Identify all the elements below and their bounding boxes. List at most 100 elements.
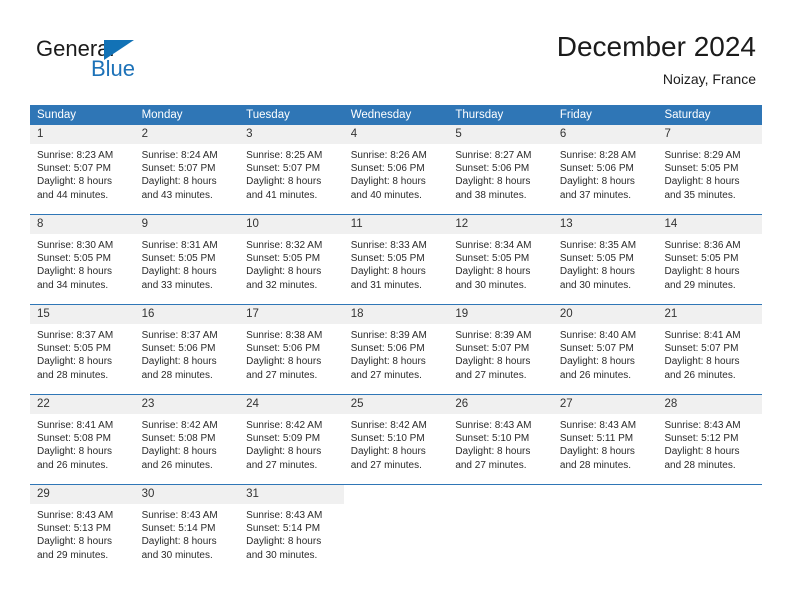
daylight-text-line2: and 30 minutes. [246, 549, 318, 561]
day-cell[interactable]: 26 Sunrise: 8:43 AM Sunset: 5:10 PM Dayl… [448, 395, 553, 483]
sunrise-text: Sunrise: 8:30 AM [37, 240, 114, 251]
daylight-text-line1: Daylight: 8 hours [350, 446, 426, 458]
sunrise-text: Sunrise: 8:40 AM [559, 330, 637, 341]
sunrise-text: Sunrise: 8:32 AM [246, 240, 323, 251]
daylight-text-line1: Daylight: 8 hours [350, 356, 426, 368]
weekday-header-row: Sunday Monday Tuesday Wednesday Thursday… [30, 105, 762, 125]
sunrise-text: Sunrise: 8:43 AM [246, 510, 323, 521]
day-cell[interactable]: 29 Sunrise: 8:43 AM Sunset: 5:13 PM Dayl… [30, 485, 135, 573]
sunset-text: Sunset: 5:05 PM [246, 253, 321, 265]
day-cell[interactable]: 9 Sunrise: 8:31 AM Sunset: 5:05 PM Dayli… [134, 215, 240, 303]
daylight-text-line1: Daylight: 8 hours [246, 536, 322, 548]
sunset-text: Sunset: 5:06 PM [559, 163, 634, 175]
daylight-text-line1: Daylight: 8 hours [246, 266, 322, 278]
day-cell[interactable]: 13 Sunrise: 8:35 AM Sunset: 5:05 PM Dayl… [552, 215, 658, 303]
sunset-text: Sunset: 5:14 PM [246, 523, 321, 535]
day-cell[interactable]: 11 Sunrise: 8:33 AM Sunset: 5:05 PM Dayl… [343, 215, 449, 303]
sunrise-text: Sunrise: 8:38 AM [246, 330, 323, 341]
day-cell[interactable]: 10 Sunrise: 8:32 AM Sunset: 5:05 PM Dayl… [239, 215, 344, 303]
sunrise-text: Sunrise: 8:33 AM [350, 240, 427, 251]
day-cell[interactable]: 22 Sunrise: 8:41 AM Sunset: 5:08 PM Dayl… [30, 395, 135, 483]
daylight-text-line2: and 27 minutes. [455, 369, 527, 381]
day-number: 16 [134, 305, 240, 324]
day-number: 28 [657, 395, 763, 414]
day-cell[interactable]: 7 Sunrise: 8:29 AM Sunset: 5:05 PM Dayli… [657, 125, 763, 213]
sunrise-text: Sunrise: 8:43 AM [559, 420, 637, 431]
day-cell[interactable]: 12 Sunrise: 8:34 AM Sunset: 5:05 PM Dayl… [448, 215, 553, 303]
weekday-header-monday: Monday [141, 109, 183, 121]
day-info: Sunrise: 8:27 AM Sunset: 5:06 PM Dayligh… [448, 144, 553, 202]
daylight-text-line2: and 27 minutes. [455, 459, 527, 471]
day-cell[interactable]: 21 Sunrise: 8:41 AM Sunset: 5:07 PM Dayl… [657, 305, 763, 393]
daylight-text-line2: and 37 minutes. [559, 189, 632, 201]
day-number: 19 [448, 305, 553, 324]
day-cell[interactable]: 1 Sunrise: 8:23 AM Sunset: 5:07 PM Dayli… [30, 125, 135, 213]
sunrise-text: Sunrise: 8:42 AM [246, 420, 323, 431]
daylight-text-line1: Daylight: 8 hours [141, 536, 217, 548]
day-cell[interactable]: 4 Sunrise: 8:26 AM Sunset: 5:06 PM Dayli… [343, 125, 449, 213]
sunset-text: Sunset: 5:13 PM [37, 523, 111, 535]
day-info: Sunrise: 8:43 AM Sunset: 5:14 PM Dayligh… [135, 504, 240, 562]
daylight-text-line1: Daylight: 8 hours [455, 356, 531, 368]
day-cell[interactable]: 14 Sunrise: 8:36 AM Sunset: 5:05 PM Dayl… [657, 215, 763, 303]
day-info: Sunrise: 8:43 AM Sunset: 5:10 PM Dayligh… [448, 414, 553, 472]
daylight-text-line1: Daylight: 8 hours [455, 446, 531, 458]
day-number: 27 [552, 395, 658, 414]
day-number: 26 [448, 395, 553, 414]
sunrise-text: Sunrise: 8:26 AM [350, 150, 427, 161]
day-number: 9 [134, 215, 240, 234]
day-cell[interactable]: 24 Sunrise: 8:42 AM Sunset: 5:09 PM Dayl… [239, 395, 344, 483]
day-cell[interactable]: 20 Sunrise: 8:40 AM Sunset: 5:07 PM Dayl… [552, 305, 658, 393]
day-info: Sunrise: 8:33 AM Sunset: 5:05 PM Dayligh… [344, 234, 449, 292]
daylight-text-line1: Daylight: 8 hours [246, 446, 322, 458]
sunrise-text: Sunrise: 8:37 AM [141, 330, 218, 341]
sunset-text: Sunset: 5:11 PM [559, 433, 634, 445]
general-blue-logo[interactable]: General Blue [36, 38, 236, 84]
day-cell[interactable]: 18 Sunrise: 8:39 AM Sunset: 5:06 PM Dayl… [343, 305, 449, 393]
day-cell[interactable]: 19 Sunrise: 8:39 AM Sunset: 5:07 PM Dayl… [448, 305, 553, 393]
sunset-text: Sunset: 5:10 PM [455, 433, 530, 445]
daylight-text-line1: Daylight: 8 hours [664, 266, 740, 278]
day-cell[interactable]: 8 Sunrise: 8:30 AM Sunset: 5:05 PM Dayli… [30, 215, 135, 303]
day-cell[interactable]: 31 Sunrise: 8:43 AM Sunset: 5:14 PM Dayl… [239, 485, 344, 573]
day-cell[interactable]: 25 Sunrise: 8:42 AM Sunset: 5:10 PM Dayl… [343, 395, 449, 483]
weekday-header-wednesday: Wednesday [350, 109, 412, 121]
day-cell[interactable]: 2 Sunrise: 8:24 AM Sunset: 5:07 PM Dayli… [134, 125, 240, 213]
daylight-text-line2: and 27 minutes. [246, 369, 318, 381]
day-cell[interactable]: 3 Sunrise: 8:25 AM Sunset: 5:07 PM Dayli… [239, 125, 344, 213]
sunrise-text: Sunrise: 8:24 AM [141, 150, 218, 161]
daylight-text-line2: and 41 minutes. [246, 189, 318, 201]
daylight-text-line1: Daylight: 8 hours [455, 266, 531, 278]
day-number [344, 485, 449, 504]
day-cell[interactable]: 23 Sunrise: 8:42 AM Sunset: 5:08 PM Dayl… [134, 395, 240, 483]
page-title: December 2024 [556, 31, 756, 62]
daylight-text-line1: Daylight: 8 hours [141, 266, 217, 278]
daylight-text-line1: Daylight: 8 hours [246, 176, 322, 188]
day-cell-empty [657, 485, 762, 573]
day-cell[interactable]: 27 Sunrise: 8:43 AM Sunset: 5:11 PM Dayl… [552, 395, 658, 483]
day-cell[interactable]: 16 Sunrise: 8:37 AM Sunset: 5:06 PM Dayl… [134, 305, 240, 393]
daylight-text-line2: and 27 minutes. [246, 459, 318, 471]
day-cell[interactable]: 6 Sunrise: 8:28 AM Sunset: 5:06 PM Dayli… [552, 125, 658, 213]
sunrise-text: Sunrise: 8:31 AM [141, 240, 218, 251]
daylight-text-line2: and 30 minutes. [455, 279, 527, 291]
day-number: 25 [343, 395, 449, 414]
day-number: 30 [134, 485, 240, 504]
day-cell[interactable]: 15 Sunrise: 8:37 AM Sunset: 5:05 PM Dayl… [30, 305, 135, 393]
day-info: Sunrise: 8:40 AM Sunset: 5:07 PM Dayligh… [553, 324, 658, 382]
daylight-text-line2: and 34 minutes. [37, 279, 109, 291]
day-info: Sunrise: 8:24 AM Sunset: 5:07 PM Dayligh… [135, 144, 240, 202]
daylight-text-line2: and 40 minutes. [350, 189, 422, 201]
day-number: 10 [239, 215, 344, 234]
day-cell[interactable]: 30 Sunrise: 8:43 AM Sunset: 5:14 PM Dayl… [134, 485, 240, 573]
daylight-text-line2: and 30 minutes. [559, 279, 632, 291]
day-number: 13 [552, 215, 658, 234]
day-cell[interactable]: 17 Sunrise: 8:38 AM Sunset: 5:06 PM Dayl… [239, 305, 344, 393]
sunrise-text: Sunrise: 8:41 AM [664, 330, 741, 341]
sunset-text: Sunset: 5:05 PM [350, 253, 425, 265]
day-cell[interactable]: 5 Sunrise: 8:27 AM Sunset: 5:06 PM Dayli… [448, 125, 553, 213]
day-cell[interactable]: 28 Sunrise: 8:43 AM Sunset: 5:12 PM Dayl… [657, 395, 763, 483]
daylight-text-line1: Daylight: 8 hours [664, 446, 740, 458]
week-row: 15 Sunrise: 8:37 AM Sunset: 5:05 PM Dayl… [30, 304, 763, 393]
day-number [657, 485, 762, 504]
